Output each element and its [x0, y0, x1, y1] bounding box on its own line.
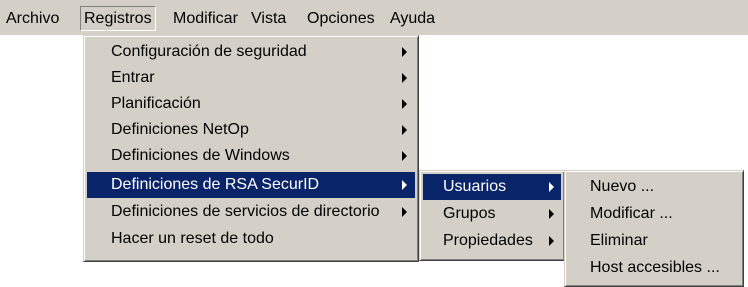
menu-opciones[interactable]: Opciones	[304, 6, 378, 31]
submenu-arrow-icon	[402, 47, 407, 57]
menu-bar: Archivo Registros Modificar Vista Opcion…	[0, 0, 748, 35]
menu-item-nuevo[interactable]: Nuevo ...	[568, 174, 740, 200]
submenu-arrow-icon	[549, 236, 554, 246]
menu-modificar[interactable]: Modificar	[170, 6, 241, 31]
menu-item-planificacion[interactable]: Planificación	[87, 91, 415, 117]
menu-item-label: Definiciones de servicios de directorio	[111, 203, 380, 220]
menu-item-usuarios[interactable]: Usuarios	[423, 174, 561, 200]
menu-item-definiciones-windows[interactable]: Definiciones de Windows	[87, 143, 415, 169]
menu-item-definiciones-rsa-securid[interactable]: Definiciones de RSA SecurID	[87, 172, 415, 198]
menu-item-label: Nuevo ...	[590, 178, 655, 195]
menu-item-label: Definiciones de Windows	[111, 147, 290, 164]
menu-registros[interactable]: Registros	[80, 6, 156, 31]
menu-item-propiedades[interactable]: Propiedades	[423, 228, 561, 254]
menu-item-label: Hacer un reset de todo	[111, 230, 274, 247]
submenu-arrow-icon	[549, 182, 554, 192]
menu-item-label: Modificar ...	[590, 205, 673, 222]
menu-item-label: Configuración de seguridad	[111, 43, 307, 60]
submenu-arrow-icon	[402, 180, 407, 190]
menu-item-grupos[interactable]: Grupos	[423, 201, 561, 227]
menu-item-definiciones-servicios-directorio[interactable]: Definiciones de servicios de directorio	[87, 199, 415, 225]
menu-item-label: Planificación	[111, 95, 201, 112]
usuarios-submenu: Nuevo ... Modificar ... Eliminar Host ac…	[564, 170, 744, 287]
menu-item-definiciones-netop[interactable]: Definiciones NetOp	[87, 117, 415, 143]
registros-dropdown: Configuración de seguridad Entrar Planif…	[83, 35, 419, 262]
menu-archivo[interactable]: Archivo	[3, 6, 62, 31]
menu-item-entrar[interactable]: Entrar	[87, 65, 415, 91]
menu-item-label: Definiciones NetOp	[111, 121, 249, 138]
submenu-arrow-icon	[402, 125, 407, 135]
submenu-arrow-icon	[549, 209, 554, 219]
submenu-arrow-icon	[402, 99, 407, 109]
menu-item-label: Definiciones de RSA SecurID	[111, 176, 320, 193]
menu-item-modificar[interactable]: Modificar ...	[568, 201, 740, 227]
menu-vista[interactable]: Vista	[248, 6, 289, 31]
menu-item-eliminar[interactable]: Eliminar	[568, 228, 740, 254]
menu-item-label: Entrar	[111, 69, 155, 86]
menu-item-reset-todo[interactable]: Hacer un reset de todo	[87, 226, 415, 252]
menu-ayuda[interactable]: Ayuda	[387, 6, 438, 31]
menu-item-label: Usuarios	[443, 178, 507, 195]
menu-item-label: Propiedades	[443, 232, 533, 249]
submenu-arrow-icon	[402, 73, 407, 83]
menu-item-label: Grupos	[443, 205, 496, 222]
menu-item-configuracion-seguridad[interactable]: Configuración de seguridad	[87, 39, 415, 65]
rsa-securid-submenu: Usuarios Grupos Propiedades	[419, 170, 565, 261]
menu-item-label: Eliminar	[590, 232, 648, 249]
menu-item-host-accesibles[interactable]: Host accesibles ...	[568, 255, 740, 281]
menu-item-label: Host accesibles ...	[590, 259, 720, 276]
submenu-arrow-icon	[402, 151, 407, 161]
submenu-arrow-icon	[402, 207, 407, 217]
